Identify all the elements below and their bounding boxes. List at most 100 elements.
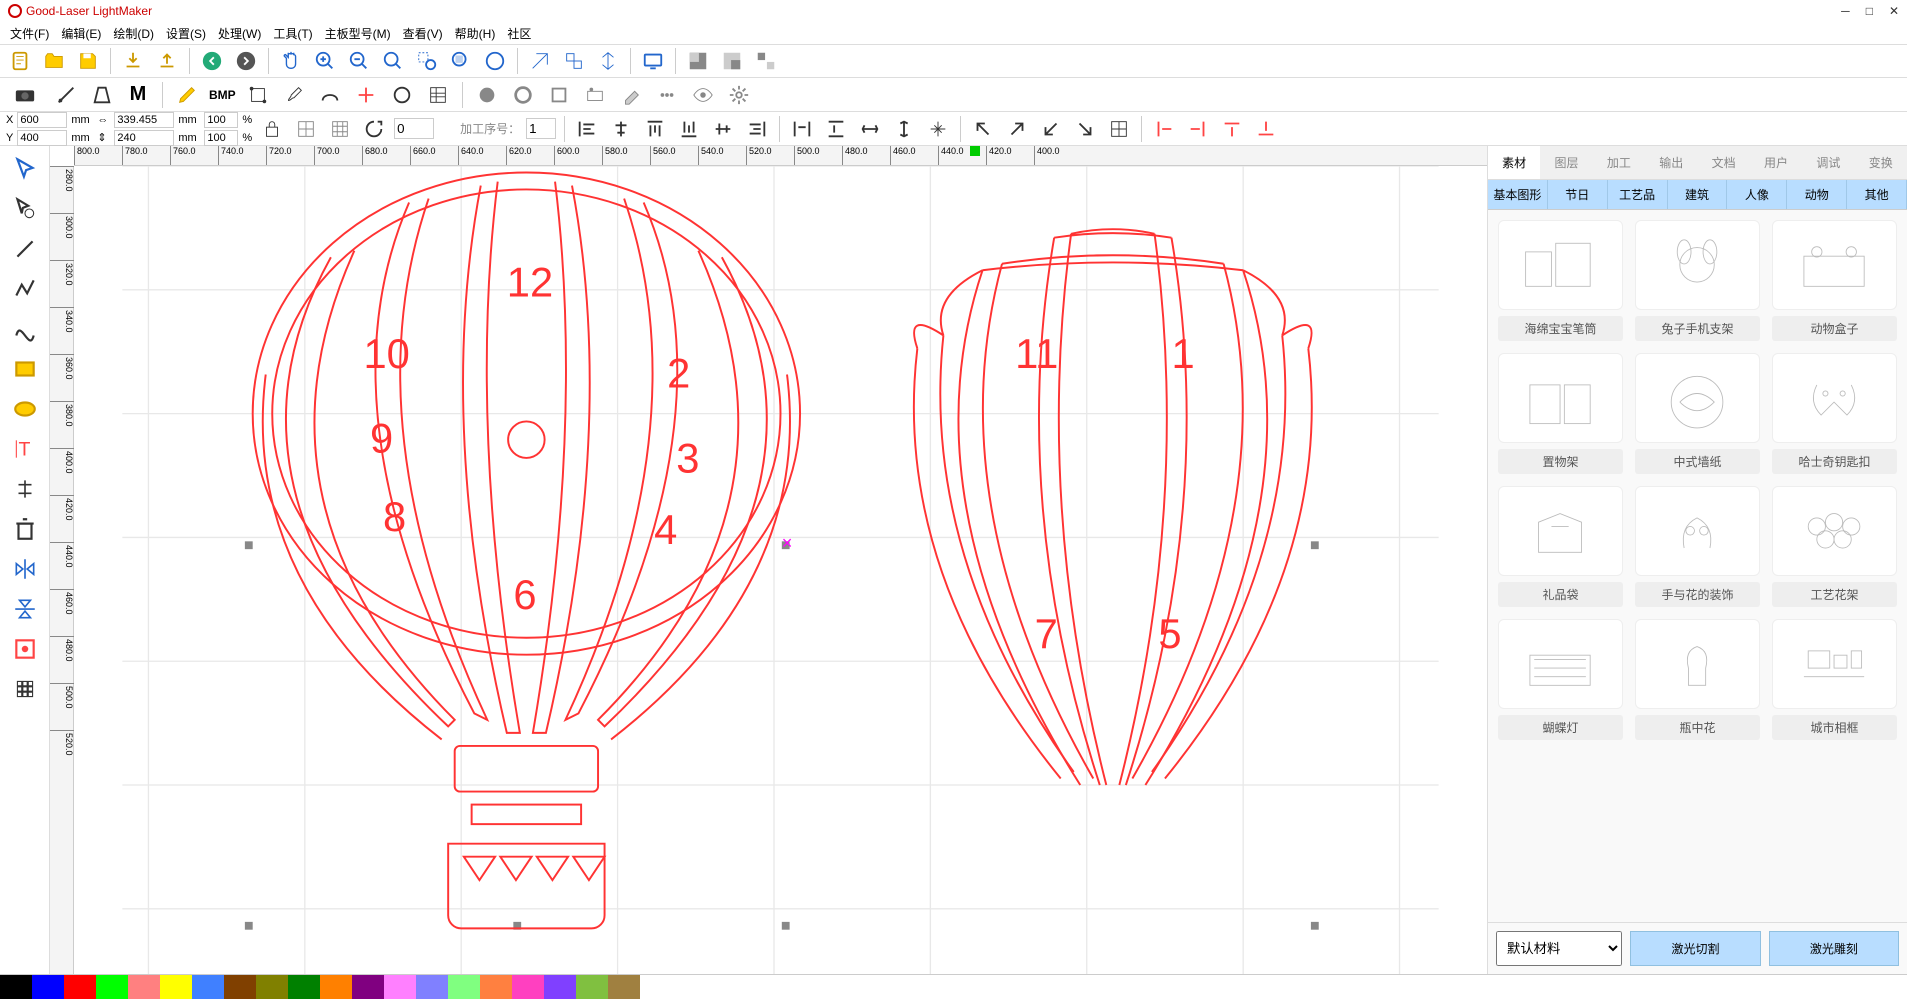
dots-button[interactable] xyxy=(653,81,681,109)
tool-c-button[interactable] xyxy=(594,47,622,75)
color-swatch-0[interactable] xyxy=(0,975,32,999)
arrow-tr-button[interactable] xyxy=(1003,115,1031,143)
curve-button[interactable] xyxy=(316,81,344,109)
zoom-out-button[interactable] xyxy=(345,47,373,75)
snap-left-button[interactable] xyxy=(1150,115,1178,143)
menu-item-1[interactable]: 编辑(E) xyxy=(57,23,105,44)
crop-button[interactable] xyxy=(244,81,272,109)
color-swatch-13[interactable] xyxy=(416,975,448,999)
rect-tool[interactable] xyxy=(6,350,44,388)
zoom-select-button[interactable] xyxy=(413,47,441,75)
delete-tool[interactable] xyxy=(6,510,44,548)
measure-button[interactable] xyxy=(52,81,80,109)
tool-a-button[interactable] xyxy=(526,47,554,75)
display-button[interactable] xyxy=(639,47,667,75)
save-button[interactable] xyxy=(74,47,102,75)
layout-b-button[interactable] xyxy=(718,47,746,75)
close-button[interactable]: ✕ xyxy=(1889,4,1899,18)
arrow-bl-button[interactable] xyxy=(1037,115,1065,143)
panel-tab-1[interactable]: 图层 xyxy=(1540,146,1592,179)
circle-button[interactable] xyxy=(388,81,416,109)
shape-d-button[interactable] xyxy=(581,81,609,109)
canvas-area[interactable]: 800.0780.0760.0740.0720.0700.0680.0660.0… xyxy=(50,146,1487,974)
gallery-item-2[interactable]: 动物盒子 xyxy=(1772,220,1897,341)
color-swatch-19[interactable] xyxy=(608,975,640,999)
table-button[interactable] xyxy=(424,81,452,109)
width-pct-input[interactable] xyxy=(204,112,238,128)
arrow-br-button[interactable] xyxy=(1071,115,1099,143)
pen-button[interactable] xyxy=(173,81,201,109)
center-button[interactable] xyxy=(924,115,952,143)
snap-bottom-button[interactable] xyxy=(1252,115,1280,143)
panel-tab-0[interactable]: 素材 xyxy=(1488,146,1540,179)
snap-top-button[interactable] xyxy=(1218,115,1246,143)
align-center-h-button[interactable] xyxy=(607,115,635,143)
polyline-tool[interactable] xyxy=(6,270,44,308)
dimension-tool[interactable] xyxy=(6,470,44,508)
eye-button[interactable] xyxy=(689,81,717,109)
ellipse-tool[interactable] xyxy=(6,390,44,428)
gear-button[interactable] xyxy=(725,81,753,109)
color-swatch-9[interactable] xyxy=(288,975,320,999)
redo-button[interactable] xyxy=(232,47,260,75)
gallery-item-3[interactable]: 置物架 xyxy=(1498,353,1623,474)
color-swatch-15[interactable] xyxy=(480,975,512,999)
menu-item-2[interactable]: 绘制(D) xyxy=(109,23,158,44)
skew-button[interactable] xyxy=(88,81,116,109)
open-file-button[interactable] xyxy=(40,47,68,75)
lock-xy2-icon[interactable]: ⇕ xyxy=(97,131,106,144)
menu-item-0[interactable]: 文件(F) xyxy=(6,23,53,44)
gallery-item-10[interactable]: 瓶中花 xyxy=(1635,619,1760,740)
grid-tool[interactable] xyxy=(6,670,44,708)
menu-item-9[interactable]: 社区 xyxy=(503,23,535,44)
camera-button[interactable] xyxy=(6,81,44,109)
new-file-button[interactable] xyxy=(6,47,34,75)
color-swatch-10[interactable] xyxy=(320,975,352,999)
laser-cut-button[interactable]: 激光切割 xyxy=(1630,931,1760,966)
category-tab-5[interactable]: 动物 xyxy=(1787,180,1847,209)
mirror-h-tool[interactable] xyxy=(6,550,44,588)
shape-b-button[interactable] xyxy=(509,81,537,109)
menu-item-6[interactable]: 主板型号(M) xyxy=(321,23,395,44)
color-swatch-14[interactable] xyxy=(448,975,480,999)
gallery-item-0[interactable]: 海绵宝宝笔筒 xyxy=(1498,220,1623,341)
layout-a-button[interactable] xyxy=(684,47,712,75)
color-swatch-16[interactable] xyxy=(512,975,544,999)
color-swatch-7[interactable] xyxy=(224,975,256,999)
tool-b-button[interactable] xyxy=(560,47,588,75)
pan-button[interactable] xyxy=(277,47,305,75)
color-swatch-11[interactable] xyxy=(352,975,384,999)
spacing-v-button[interactable] xyxy=(890,115,918,143)
panel-tab-6[interactable]: 调试 xyxy=(1802,146,1854,179)
color-swatch-5[interactable] xyxy=(160,975,192,999)
shape-a-button[interactable] xyxy=(473,81,501,109)
panel-tab-4[interactable]: 文档 xyxy=(1698,146,1750,179)
rotate-input[interactable] xyxy=(394,118,434,139)
gallery-item-8[interactable]: 工艺花架 xyxy=(1772,486,1897,607)
panel-tab-3[interactable]: 输出 xyxy=(1645,146,1697,179)
spacing-h-button[interactable] xyxy=(856,115,884,143)
mirror-v-tool[interactable] xyxy=(6,590,44,628)
gallery-item-11[interactable]: 城市相框 xyxy=(1772,619,1897,740)
color-swatch-17[interactable] xyxy=(544,975,576,999)
gallery-item-7[interactable]: 手与花的装饰 xyxy=(1635,486,1760,607)
select-tool[interactable] xyxy=(6,150,44,188)
color-swatch-18[interactable] xyxy=(576,975,608,999)
import-button[interactable] xyxy=(119,47,147,75)
lock-xy-icon[interactable]: ⇔ xyxy=(97,114,108,126)
brush-button[interactable] xyxy=(280,81,308,109)
category-tab-6[interactable]: 其他 xyxy=(1847,180,1907,209)
dist-h-button[interactable] xyxy=(788,115,816,143)
line-tool[interactable] xyxy=(6,230,44,268)
menu-item-5[interactable]: 工具(T) xyxy=(269,23,316,44)
x-input[interactable] xyxy=(17,112,67,128)
menu-item-4[interactable]: 处理(W) xyxy=(214,23,265,44)
panel-tab-7[interactable]: 变换 xyxy=(1855,146,1907,179)
snap-right-button[interactable] xyxy=(1184,115,1212,143)
height-pct-input[interactable] xyxy=(204,130,238,146)
gallery-item-4[interactable]: 中式墙纸 xyxy=(1635,353,1760,474)
eraser-button[interactable] xyxy=(617,81,645,109)
width-input[interactable] xyxy=(114,112,174,128)
zoom-fit-button[interactable] xyxy=(379,47,407,75)
gallery-item-9[interactable]: 蝴蝶灯 xyxy=(1498,619,1623,740)
